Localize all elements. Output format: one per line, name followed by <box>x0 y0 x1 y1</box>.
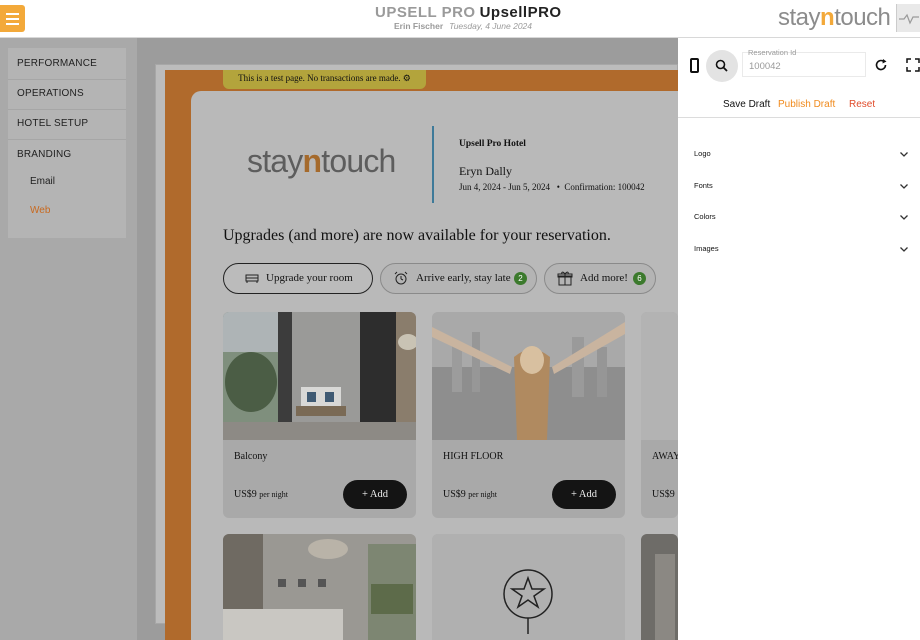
app-title-name: UpsellPRO <box>479 4 562 21</box>
offer-card-away[interactable]: AWAY US$9 <box>641 312 678 518</box>
chevron-down-icon <box>900 152 908 157</box>
hotel-room-image <box>223 534 416 640</box>
test-mode-banner: This is a test page. No transactions are… <box>223 70 426 89</box>
editor-panel <box>678 38 920 640</box>
preview-logo-stay: stay <box>247 143 303 179</box>
stay-details: Jun 4, 2024 - Jun 5, 2024 • Confirmation… <box>459 182 645 192</box>
offer-name: AWAY <box>652 451 678 462</box>
logo-text-n: n <box>820 4 835 31</box>
top-bar: UPSELL PRO UpsellPRO Erin Fischer Tuesday,… <box>0 0 920 38</box>
alarm-clock-icon <box>394 271 408 285</box>
preview-logo-touch: touch <box>321 143 396 179</box>
fullscreen-icon[interactable] <box>906 58 920 72</box>
activity-icon <box>899 13 919 25</box>
section-colors[interactable]: Colors <box>678 203 920 233</box>
high-floor-image <box>432 312 625 440</box>
hotel-name: Upsell Pro Hotel <box>459 139 526 149</box>
offer-card-balcony[interactable]: Balcony US$9 per night + Add <box>223 312 416 518</box>
app-title-brand: UPSELL PRO <box>375 4 476 21</box>
offer-price: US$9 per night <box>234 489 288 500</box>
preview-hotel-logo: stayntouch <box>247 143 396 180</box>
tab-upgrade-room-label: Upgrade your room <box>266 272 353 284</box>
user-name: Erin Fischer <box>394 21 444 31</box>
chevron-down-icon <box>900 247 908 252</box>
add-offer-button[interactable]: + Add <box>552 480 616 509</box>
section-logo-label: Logo <box>694 149 711 158</box>
tab-add-more[interactable]: Add more! 6 <box>544 263 656 294</box>
save-draft-button[interactable]: Save Draft <box>723 99 770 110</box>
offer-card-partial[interactable] <box>641 534 678 640</box>
reservation-id-label: Reservation Id <box>748 48 797 57</box>
sidebar: PERFORMANCE OPERATIONS HOTEL SETUP BRAND… <box>8 48 126 238</box>
search-button[interactable] <box>706 50 738 82</box>
sidebar-item-branding[interactable]: BRANDING <box>8 141 126 169</box>
mobile-preview-icon[interactable] <box>690 58 699 73</box>
offer-price-amount: US$9 <box>234 489 257 500</box>
panel-divider <box>678 117 920 118</box>
gift-icon <box>557 271 573 286</box>
tab-arrive-early-label: Arrive early, stay late <box>416 272 511 284</box>
activity-button[interactable] <box>896 4 920 32</box>
offer-price: US$9 per night <box>443 489 497 500</box>
tab-add-more-label: Add more! <box>580 272 628 284</box>
guest-name: Eryn Dally <box>459 164 512 178</box>
section-colors-label: Colors <box>694 212 716 221</box>
sidebar-divider <box>8 139 126 140</box>
preview-logo-n: n <box>302 143 323 179</box>
offer-name: HIGH FLOOR <box>443 451 504 462</box>
star-pin-icon <box>432 534 625 640</box>
offer-price-amount: US$9 <box>652 489 675 500</box>
offer-price-amount: US$9 <box>443 489 466 500</box>
section-images[interactable]: Images <box>678 235 920 265</box>
current-date: Tuesday, 4 June 2024 <box>449 21 532 31</box>
away-room-image <box>641 312 678 440</box>
publish-draft-button[interactable]: Publish Draft <box>778 99 835 110</box>
menu-icon-bar <box>6 23 19 25</box>
offer-price-unit: per night <box>468 490 497 499</box>
offer-name: Balcony <box>234 451 268 462</box>
balcony-room-image <box>223 312 416 440</box>
chevron-down-icon <box>900 215 908 220</box>
hamburger-menu-button[interactable] <box>0 5 25 32</box>
room-image-partial <box>641 534 678 640</box>
offer-card-placeholder[interactable] <box>432 534 625 640</box>
add-offer-button[interactable]: + Add <box>343 480 407 509</box>
tab-upgrade-room[interactable]: Upgrade your room <box>223 263 373 294</box>
app-subtitle: Erin Fischer Tuesday, 4 June 2024 <box>394 21 532 31</box>
bed-icon <box>245 274 259 283</box>
header-divider <box>432 126 434 203</box>
logo-text-touch: touch <box>834 4 891 31</box>
offer-card-room[interactable] <box>223 534 416 640</box>
offer-price-unit: per night <box>259 490 288 499</box>
section-logo[interactable]: Logo <box>678 140 920 170</box>
tab-add-more-count-badge: 6 <box>633 272 646 285</box>
reset-button[interactable]: Reset <box>849 99 875 110</box>
section-fonts[interactable]: Fonts <box>678 172 920 202</box>
logo-text-stay: stay <box>778 4 821 31</box>
stayntouch-logo: stayntouch <box>778 4 891 32</box>
stay-dates: Jun 4, 2024 - Jun 5, 2024 <box>459 182 551 192</box>
offer-price: US$9 <box>652 489 675 500</box>
sidebar-item-performance[interactable]: PERFORMANCE <box>8 50 126 78</box>
offer-card-high-floor[interactable]: HIGH FLOOR US$9 per night + Add <box>432 312 625 518</box>
sidebar-item-hotel-setup[interactable]: HOTEL SETUP <box>8 110 126 138</box>
app-title: UPSELL PRO UpsellPRO <box>375 4 562 21</box>
confirmation-number: Confirmation: 100042 <box>564 182 645 192</box>
menu-icon-bar <box>6 18 19 20</box>
section-fonts-label: Fonts <box>694 181 713 190</box>
refresh-icon[interactable] <box>874 58 888 72</box>
upgrades-headline: Upgrades (and more) are now available fo… <box>223 227 611 244</box>
menu-icon <box>6 13 19 15</box>
sidebar-item-operations[interactable]: OPERATIONS <box>8 80 126 108</box>
sidebar-subitem-web[interactable]: Web <box>30 205 50 216</box>
chevron-down-icon <box>900 184 908 189</box>
sidebar-subitem-email[interactable]: Email <box>30 176 55 187</box>
section-images-label: Images <box>694 244 719 253</box>
tab-arrive-early-count-badge: 2 <box>514 272 527 285</box>
search-icon <box>715 59 728 72</box>
tab-arrive-early[interactable]: Arrive early, stay late 2 <box>380 263 537 294</box>
